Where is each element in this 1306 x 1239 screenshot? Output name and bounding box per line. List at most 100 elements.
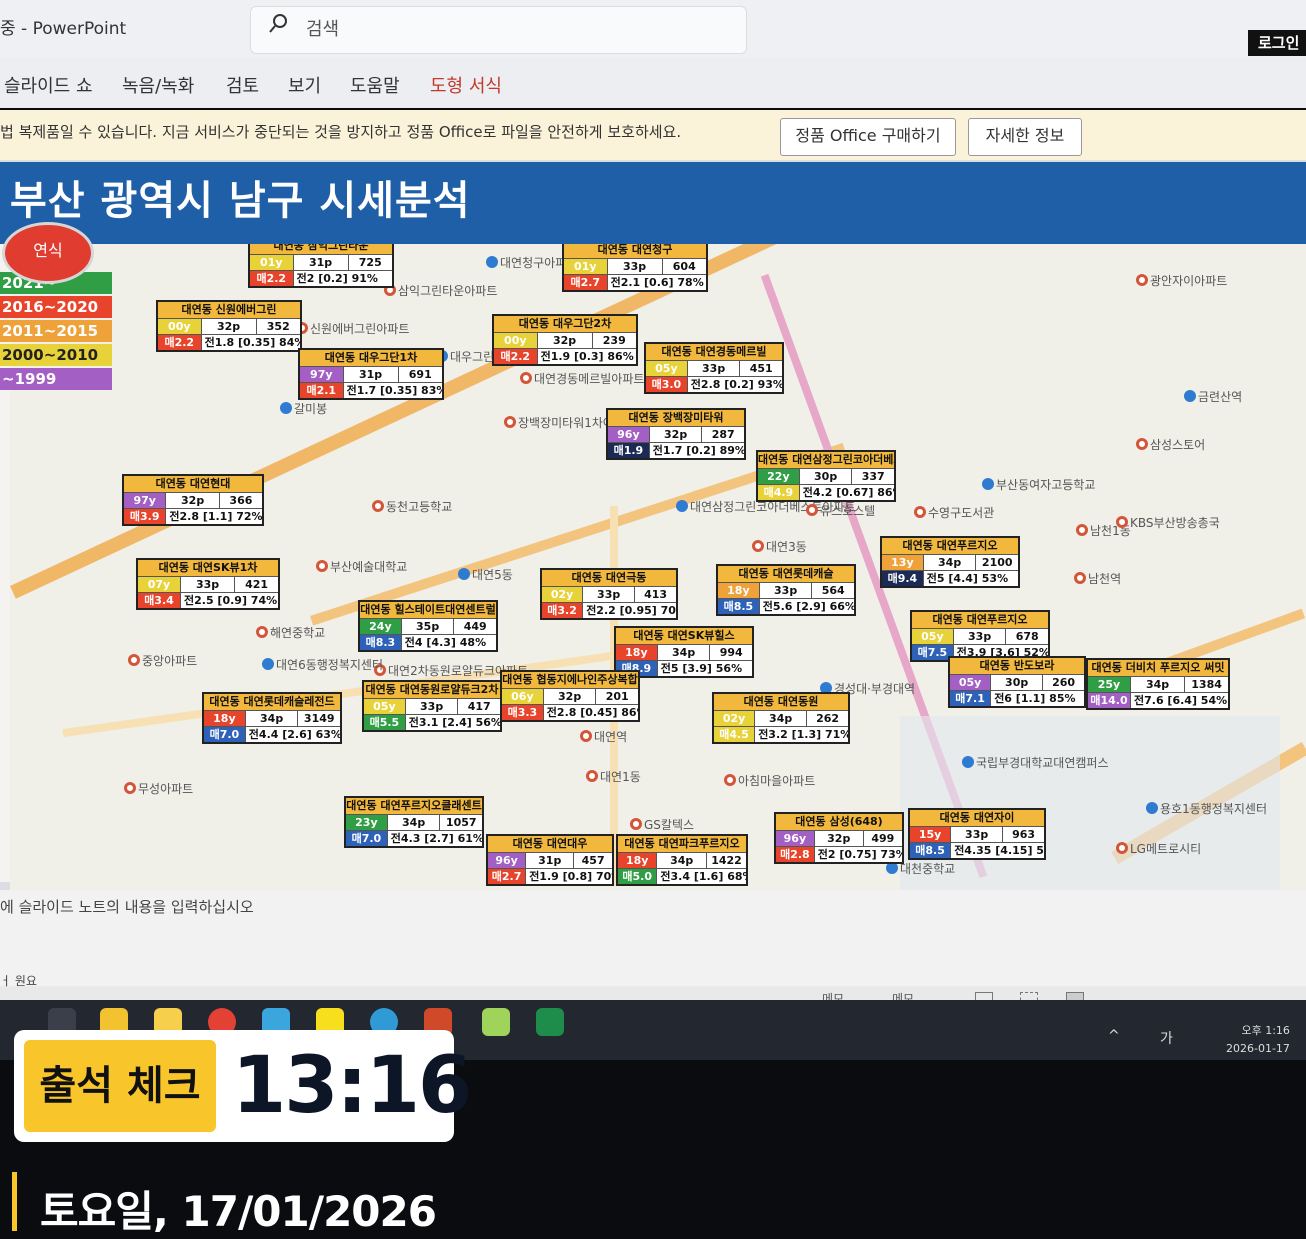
apartment-age: 02y bbox=[714, 711, 756, 726]
notes-placeholder[interactable]: 에 슬라이드 노트의 내용을 입력하십시오 bbox=[0, 896, 254, 917]
apartment-card[interactable]: 대연동 신원에버그린 00y 32p 352 매2.2 전1.8 [0.35] … bbox=[156, 300, 302, 352]
apartment-card[interactable]: 대연동 대연경동메르빌 05y 33p 451 매3.0 전2.8 [0.2] … bbox=[644, 342, 784, 394]
slide-title[interactable]: 부산 광역시 남구 시세분석 bbox=[10, 168, 471, 226]
apartment-name: 대연동 대연롯데캐슬레전드 bbox=[204, 694, 340, 710]
map-label: 국립부경대학교대연캠퍼스 bbox=[976, 756, 1109, 770]
apartment-size: 33p bbox=[406, 699, 459, 714]
apartment-card[interactable]: 대연동 대우그단2차 00y 32p 239 매2.2 전1.9 [0.3] 8… bbox=[492, 314, 638, 366]
map-label: 유스호스텔 bbox=[820, 504, 876, 518]
map-poi-icon bbox=[1184, 390, 1196, 402]
apartment-name: 대연동 대연푸르지오클래센트 bbox=[346, 798, 482, 814]
apartment-age: 01y bbox=[250, 255, 294, 270]
status-left-text: ㅓ 원요 bbox=[0, 974, 37, 988]
apartment-card[interactable]: 대연동 대연청구 01y 33p 604 매2.7 전2.1 [0.6] 78% bbox=[562, 240, 708, 292]
search-icon[interactable] bbox=[268, 12, 290, 34]
apartment-units: 260 bbox=[1052, 676, 1076, 689]
apartment-card[interactable]: 대연동 협동지에나인주상복합 06y 32p 201 매3.3 전2.8 [0.… bbox=[500, 670, 640, 722]
legend-2016-2020: 2016~2020 bbox=[0, 296, 112, 318]
map-poi-icon bbox=[1116, 842, 1128, 854]
tab-slideshow[interactable]: 슬라이드 쇼 bbox=[4, 72, 93, 98]
apartment-card[interactable]: 대연동 대우그단1차 97y 31p 691 매2.1 전1.7 [0.35] … bbox=[298, 348, 444, 400]
search-placeholder[interactable]: 검색 bbox=[306, 15, 339, 41]
map-poi-icon bbox=[914, 506, 926, 518]
tab-view[interactable]: 보기 bbox=[288, 72, 321, 98]
apartment-card[interactable]: 대연동 대연동원 02y 34p 262 매4.5 전3.2 [1.3] 71% bbox=[712, 692, 850, 744]
apartment-sale-price: 매5.0 bbox=[618, 869, 658, 884]
tab-shape-format[interactable]: 도형 서식 bbox=[430, 72, 502, 98]
map-poi-icon bbox=[1136, 438, 1148, 450]
apartment-jeonse-ratio: 전6 [1.1] 85% bbox=[994, 692, 1076, 705]
apartment-card[interactable]: 대연동 힐스테이트대연센트럴 24y 35p 449 매8.3 전4 [4.3]… bbox=[358, 600, 498, 652]
apartment-units: 262 bbox=[816, 712, 840, 725]
apartment-jeonse-ratio: 전4.2 [0.67] 86% bbox=[802, 486, 894, 499]
map-poi-icon bbox=[372, 500, 384, 512]
apartment-size: 30p bbox=[800, 469, 853, 484]
map-image[interactable]: 대연청구아파트 삼익그린타운아파트 신원에버그린아파트 대우그린아파트 대연경동메르빌아… bbox=[10, 236, 1306, 896]
apartment-size: 31p bbox=[344, 367, 399, 382]
apartment-units: 352 bbox=[266, 320, 290, 333]
apartment-age: 05y bbox=[950, 675, 992, 690]
taskbar-clock[interactable]: 오후 1:16 2026-01-17 bbox=[1226, 1022, 1290, 1058]
apartment-units: 239 bbox=[602, 334, 626, 347]
apartment-size: 33p bbox=[608, 259, 663, 274]
apartment-card[interactable]: 대연동 대연파크푸르지오 18y 34p 1422 매5.0 전3.4 [1.6… bbox=[616, 834, 748, 886]
apartment-units: 994 bbox=[719, 646, 743, 659]
map-poi-icon bbox=[280, 402, 292, 414]
buy-office-button[interactable]: 정품 Office 구매하기 bbox=[780, 118, 956, 156]
tab-recording[interactable]: 녹음/녹화 bbox=[122, 72, 194, 98]
apartment-sale-price: 매3.3 bbox=[502, 705, 544, 720]
apartment-name: 대연동 대우그단2차 bbox=[494, 316, 636, 332]
apartment-jeonse-ratio: 전2.8 [0.2] 93% bbox=[690, 378, 782, 391]
apartment-jeonse-ratio: 전1.8 [0.35] 84% bbox=[204, 336, 300, 349]
apartment-card[interactable]: 대연동 대연대우 96y 31p 457 매2.7 전1.9 [0.8] 70% bbox=[486, 834, 614, 886]
tab-review[interactable]: 검토 bbox=[226, 72, 259, 98]
apartment-size: 34p bbox=[924, 555, 977, 570]
apartment-units: 366 bbox=[229, 494, 253, 507]
apartment-name: 대연동 대연경동메르빌 bbox=[646, 344, 782, 360]
apartment-sale-price: 매14.0 bbox=[1088, 693, 1131, 708]
map-label: 금련산역 bbox=[1198, 390, 1243, 404]
tab-help[interactable]: 도움말 bbox=[350, 72, 400, 98]
apartment-age: 25y bbox=[1088, 677, 1131, 692]
legend-year-badge[interactable]: 연식 bbox=[2, 222, 94, 284]
apartment-card[interactable]: 대연동 장백장미타워 96y 32p 287 매1.9 전1.7 [0.2] 8… bbox=[606, 408, 746, 460]
more-info-button[interactable]: 자세한 정보 bbox=[968, 118, 1082, 156]
apartment-age: 05y bbox=[646, 361, 688, 376]
apartment-card[interactable]: 대연동 대연극동 02y 33p 413 매3.2 전2.2 [0.95] 70… bbox=[540, 568, 678, 620]
apartment-size: 33p bbox=[760, 583, 813, 598]
app-leaf-icon[interactable] bbox=[482, 1008, 510, 1036]
apartment-card[interactable]: 대연동 삼성(648) 96y 32p 499 매2.8 전2 [0.75] 7… bbox=[774, 812, 904, 864]
ribbon-tabs bbox=[0, 58, 1306, 108]
tray-chevron-icon[interactable]: ^ bbox=[1108, 1028, 1120, 1044]
apartment-card[interactable]: 대연동 대연자이 15y 33p 963 매8.5 전4.35 [4.15] 5… bbox=[908, 808, 1046, 860]
legend-2011-2015: 2011~2015 bbox=[0, 320, 112, 342]
apartment-size: 34p bbox=[388, 815, 441, 830]
apartment-card[interactable]: 대연동 대연푸르지오 13y 34p 2100 매9.4 전5 [4.4] 53… bbox=[880, 536, 1020, 588]
apartment-card[interactable]: 대연동 대연롯데캐슬레전드 18y 34p 3149 매7.0 전4.4 [2.… bbox=[202, 692, 342, 744]
apartment-card[interactable]: 대연동 대연동원로얄듀크2차 05y 33p 417 매5.5 전3.1 [2.… bbox=[362, 680, 502, 732]
apartment-sale-price: 매3.0 bbox=[646, 377, 688, 392]
apartment-units: 564 bbox=[821, 584, 845, 597]
apartment-card[interactable]: 대연동 대연푸르지오클래센트 23y 34p 1057 매7.0 전4.3 [2… bbox=[344, 796, 484, 848]
apartment-card[interactable]: 대연동 대연삼정그린코아더베스트 22y 30p 337 매4.9 전4.2 [… bbox=[756, 450, 896, 502]
apartment-size: 34p bbox=[246, 711, 299, 726]
apartment-card[interactable]: 대연동 대연SK뷰1차 07y 33p 421 매3.4 전2.5 [0.9] … bbox=[136, 558, 280, 610]
apartment-size: 33p bbox=[954, 629, 1007, 644]
apartment-card[interactable]: 대연동 반도보라 05y 30p 260 매7.1 전6 [1.1] 85% bbox=[948, 656, 1086, 708]
map-label: 갈미봉 bbox=[294, 402, 328, 416]
apartment-sale-price: 매8.5 bbox=[910, 843, 952, 858]
apartment-sale-price: 매2.7 bbox=[488, 869, 527, 884]
ime-indicator[interactable]: 가 bbox=[1160, 1028, 1173, 1048]
apartment-card[interactable]: 대연동 대연현대 97y 32p 366 매3.9 전2.8 [1.1] 72% bbox=[122, 474, 264, 526]
apartment-units: 2100 bbox=[981, 556, 1013, 569]
excel-icon[interactable] bbox=[536, 1008, 564, 1036]
apartment-name: 대연동 대연SK뷰힐스 bbox=[616, 628, 752, 644]
apartment-size: 32p bbox=[166, 493, 220, 508]
apartment-card[interactable]: 대연동 더비치 푸르지오 써밋 25y 34p 1384 매14.0 전7.6 … bbox=[1086, 658, 1230, 710]
apartment-card[interactable]: 대연동 대연푸르지오 05y 33p 678 매7.5 전3.9 [3.6] 5… bbox=[910, 610, 1050, 662]
apartment-card[interactable]: 대연동 대연롯데캐슬 18y 33p 564 매8.5 전5.6 [2.9] 6… bbox=[716, 564, 856, 616]
login-button[interactable]: 로그인 bbox=[1248, 30, 1306, 56]
apartment-jeonse-ratio: 전5 [4.4] 53% bbox=[926, 572, 1009, 585]
map-label: 광안자이아파트 bbox=[1150, 274, 1228, 288]
apartment-jeonse-ratio: 전3.1 [2.4] 56% bbox=[408, 716, 500, 729]
